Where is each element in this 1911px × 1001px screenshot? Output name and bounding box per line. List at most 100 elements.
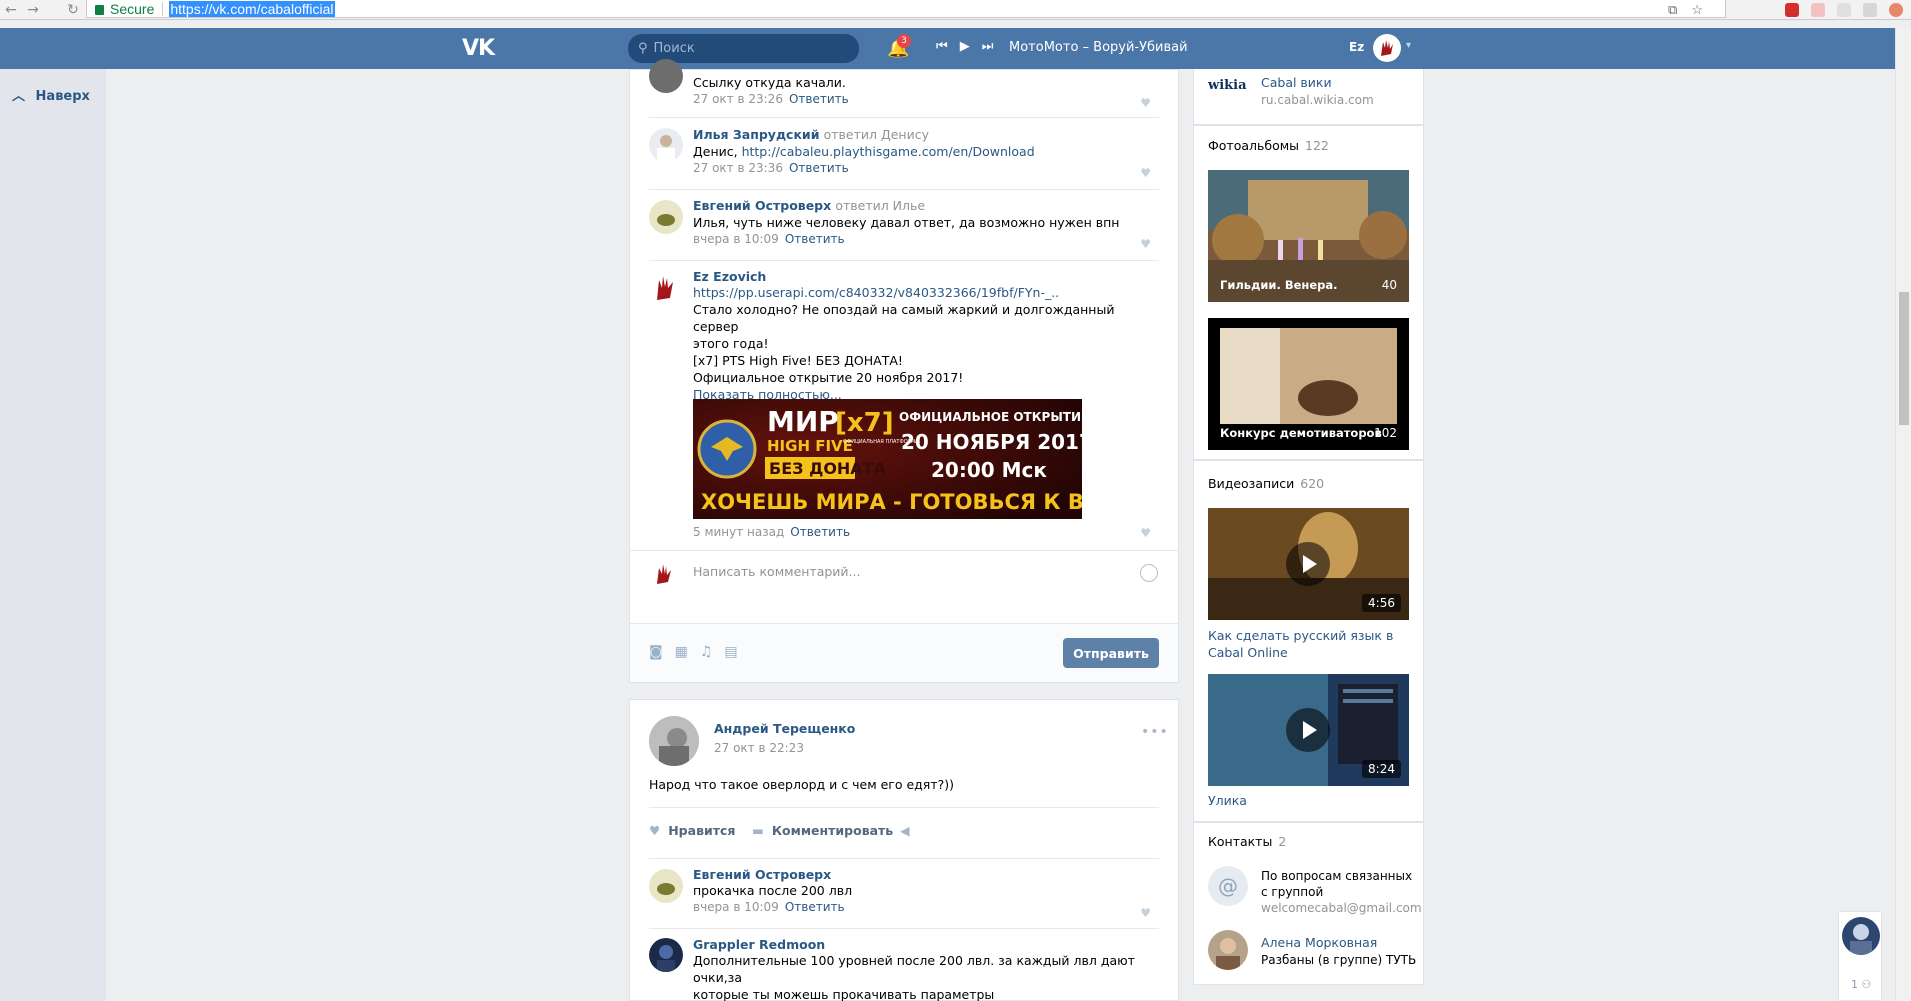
address-bar[interactable]: Secure https://vk.com/cabalofficial ⧉ ☆ [86,0,1726,18]
download-link[interactable]: http://cabaleu.playthisgame.com/en/Downl… [742,144,1035,159]
banner-slogan: ХОЧЕШЬ МИРА - ГОТОВЬСЯ К ВОЙНЕ [701,489,1082,514]
like-heart-icon[interactable]: ♥ [1140,906,1151,920]
forward-icon[interactable]: → [22,0,44,20]
more-options-icon[interactable]: ••• [1141,724,1169,740]
share-megaphone-icon[interactable]: ◀ [900,823,910,838]
author-avatar[interactable] [649,716,699,766]
comment-author[interactable]: Илья Запрудский [693,127,819,142]
video-duration: 4:56 [1362,594,1401,612]
comment-button[interactable]: Комментировать [772,823,893,838]
now-playing-track[interactable]: МотоМото – Воруй-Убивай [1009,40,1188,55]
reply-link[interactable]: Ответить [790,525,850,539]
bookmark-star-icon[interactable]: ☆ [1691,2,1703,18]
comment-author[interactable]: Ez Ezovich [693,269,1153,284]
emoji-icon[interactable] [1140,564,1158,582]
avatar[interactable] [649,128,683,162]
search-input[interactable] [653,41,844,56]
videos-title[interactable]: Видеозаписи [1208,476,1294,491]
avatar[interactable] [649,270,683,304]
my-avatar[interactable] [651,560,679,588]
play-icon[interactable]: ▶ [960,39,970,54]
comment-text: прокачка после 200 лвл [693,883,853,898]
like-heart-icon[interactable]: ♥ [1140,237,1151,251]
avatar[interactable] [649,869,683,903]
user-avatar[interactable] [1373,34,1401,62]
music-extension-icon[interactable] [1837,3,1851,17]
album-thumbnail[interactable]: Конкурс демотиваторов 102 [1208,318,1409,450]
like-heart-icon[interactable]: ♥ [1140,166,1151,180]
send-comment-button[interactable]: Отправить [1063,638,1159,668]
chevron-up-icon: ︿ [12,89,26,104]
contact-email[interactable]: welcomecabal@gmail.com [1261,900,1422,916]
reply-to[interactable]: ответил Илье [835,198,925,213]
like-heart-icon[interactable]: ♥ [649,823,660,838]
comment-date[interactable]: вчера в 10:09 [693,232,779,246]
link-url[interactable]: ru.cabal.wikia.com [1261,93,1374,107]
like-heart-icon[interactable]: ♥ [1140,96,1151,110]
avatar[interactable] [649,938,683,972]
reply-link[interactable]: Ответить [789,161,849,175]
comment-date[interactable]: вчера в 10:09 [693,900,779,914]
avatar[interactable] [649,59,683,93]
link-title[interactable]: Cabal вики [1261,75,1332,90]
translate-icon[interactable]: ⧉ [1668,2,1677,18]
reply-link[interactable]: Ответить [785,900,845,914]
attach-audio-icon[interactable]: ♫ [700,644,713,660]
contact-avatar[interactable] [1208,930,1248,970]
attach-video-icon[interactable]: ▦ [675,644,688,660]
attach-photo-icon[interactable]: ◙ [649,644,663,660]
post-author[interactable]: Андрей Терещенко [714,721,855,736]
comment-input[interactable]: Написать комментарий... [693,564,860,579]
wikia-logo[interactable]: wikia [1208,78,1247,100]
chat-widget[interactable]: 1 ⚇ [1838,911,1882,1001]
comment-author[interactable]: Евгений Островерх [693,867,852,882]
comment-author[interactable]: Евгений Островерх [693,198,831,213]
comment-date[interactable]: 27 окт в 23:36 [693,161,783,175]
avatar[interactable] [649,200,683,234]
album-thumbnail[interactable]: Гильдии. Венера. 40 [1208,170,1409,302]
contacts-count: 2 [1278,834,1287,849]
comment-author[interactable]: Grappler Redmoon [693,937,1159,952]
chevron-down-icon[interactable]: ▾ [1406,40,1411,51]
video-title[interactable]: Как сделать русский язык в Cabal Online [1208,627,1408,661]
reload-icon[interactable]: ↻ [62,0,84,20]
like-heart-icon[interactable]: ♥ [1140,526,1151,540]
reply-link[interactable]: Ответить [785,232,845,246]
chat-avatar[interactable] [1842,917,1880,955]
url-text[interactable]: https://vk.com/cabalofficial [169,0,335,17]
post-date[interactable]: 27 окт в 22:23 [714,741,804,755]
albums-title[interactable]: Фотоальбомы [1208,138,1299,153]
profile-extension-icon[interactable] [1889,3,1903,17]
play-video-icon[interactable] [1286,542,1330,586]
next-track-icon[interactable]: ⏭ [982,39,994,54]
video-thumbnail[interactable]: 4:56 [1208,508,1409,620]
promo-banner-image[interactable]: МИР [x7] HIGH FIVE ОФИЦИАЛЬНАЯ ПЛАТФОРМА… [693,399,1082,519]
album-count: 40 [1381,278,1397,292]
page-scrollbar[interactable] [1895,28,1911,1001]
site-header: VK ⚲ 🔔 3 ⏮ ▶ ⏭ МотоМото – Воруй-Убивай E… [0,28,1895,69]
video-title[interactable]: Улика [1208,792,1408,809]
contacts-title[interactable]: Контакты [1208,834,1272,849]
reply-link[interactable]: Ответить [789,92,849,106]
comment-date[interactable]: 27 окт в 23:26 [693,92,783,106]
like-button[interactable]: Нравится [668,823,735,838]
attach-document-icon[interactable]: ▤ [724,644,737,660]
adblock-extension-icon[interactable] [1785,3,1799,17]
reply-to[interactable]: ответил Денису [824,127,929,142]
comment-date[interactable]: 5 минут назад [693,525,784,539]
video-thumbnail[interactable]: 8:24 [1208,674,1409,786]
pin-extension-icon[interactable] [1863,3,1877,17]
comment-icon[interactable]: ▬ [752,823,764,838]
scroll-to-top-button[interactable]: ︿ Наверх [12,85,90,104]
contact-name[interactable]: Алена Морковная [1261,935,1377,950]
back-icon[interactable]: ← [0,0,22,20]
vk-logo[interactable]: VK [462,36,495,61]
user-name[interactable]: Ez [1349,40,1364,54]
banner-word: МИР [767,405,839,438]
scrollbar-thumb[interactable] [1899,292,1909,425]
play-video-icon[interactable] [1286,708,1330,752]
contact-description: По вопросам связанных с группой welcomec… [1261,869,1422,916]
image-link[interactable]: https://pp.userapi.com/c840332/v84033236… [693,285,1059,300]
extension-icon[interactable] [1811,3,1825,17]
previous-track-icon[interactable]: ⏮ [936,39,948,54]
